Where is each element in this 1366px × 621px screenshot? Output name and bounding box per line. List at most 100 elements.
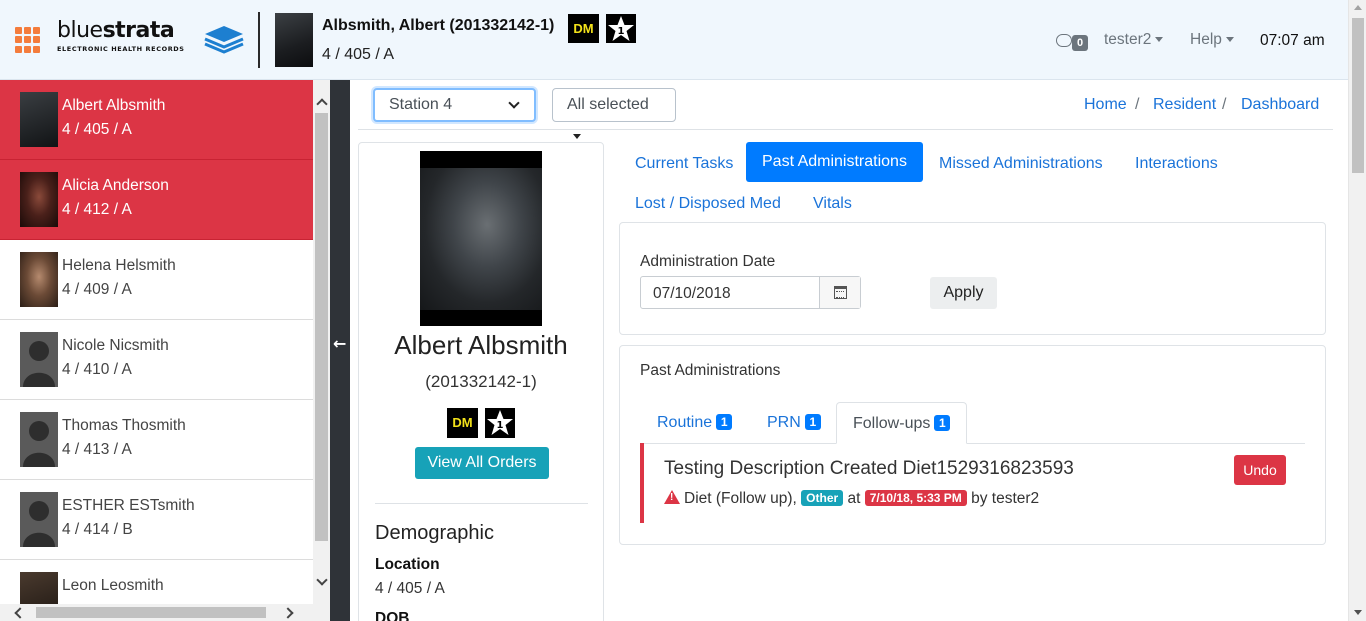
past-administrations-card: Past Administrations Routine 1 PRN 1 Follo… [619,345,1326,545]
scrollbar-thumb[interactable] [36,607,266,618]
resident-avatar [20,172,58,227]
entry-datetime-badge: 7/10/18, 5:33 PM [864,490,967,506]
app-header: bluestrata ELECTRONIC HEALTH RECORDS Alb… [0,0,1348,80]
resident-location: 4 / 414 / B [62,521,133,538]
subtab-label: Follow-ups [853,415,931,432]
view-all-orders-button[interactable]: View All Orders [415,447,549,479]
resident-list-item[interactable]: Albert Albsmith 4 / 405 / A [0,80,313,160]
subtab-routine[interactable]: Routine 1 [641,402,748,444]
chevron-up-icon[interactable] [316,98,328,110]
tab-vitals[interactable]: Vitals [813,195,852,213]
bluestrata-logo[interactable]: bluestrata ELECTRONIC HEALTH RECORDS [57,20,247,60]
resident-location: 4 / 412 / A [62,201,132,218]
resident-avatar [20,92,58,147]
star-badge-icon: 1 [485,408,515,438]
entry-at-text: at [847,490,861,507]
demographic-heading: Demographic [375,522,494,544]
breadcrumb-dashboard[interactable]: Dashboard [1241,96,1319,114]
count-badge: 1 [716,414,733,430]
apply-button[interactable]: Apply [930,277,997,309]
location-value: 4 / 405 / A [375,580,445,597]
resident-list-hscrollbar[interactable] [0,604,330,621]
resident-avatar [20,572,58,604]
administration-date-card: Administration Date 07/10/2018 Apply [619,222,1326,335]
selection-filter-dropdown[interactable]: All selected [552,88,676,140]
user-menu[interactable]: tester2 [1104,31,1164,49]
tab-missed-administrations[interactable]: Missed Administrations [939,155,1103,173]
apps-grid-icon[interactable] [15,27,41,53]
chevron-left-icon[interactable] [14,607,26,619]
tab-current-tasks[interactable]: Current Tasks [635,155,733,173]
svg-text:1: 1 [618,26,625,37]
subtab-label: PRN [767,414,801,431]
chat-icon[interactable] [1056,34,1072,47]
resident-name: Alicia Anderson [62,177,169,194]
count-badge: 1 [934,415,951,431]
entry-title: Testing Description Created Diet15293168… [664,458,1074,479]
tab-past-administrations[interactable]: Past Administrations [746,142,923,182]
resident-name: Albert Albsmith [62,97,166,114]
resident-location: 4 / 409 / A [62,281,132,298]
resident-list-item[interactable]: Nicole Nicsmith 4 / 410 / A [0,320,313,400]
silhouette-avatar-icon [20,332,58,387]
clock-time: 07:07 am [1260,32,1325,49]
location-label: Location [375,556,440,573]
resident-list: Albert Albsmith 4 / 405 / A Alicia Ander… [0,80,313,604]
chevron-right-icon[interactable] [282,607,294,619]
undo-button[interactable]: Undo [1234,455,1286,485]
resident-list-item[interactable]: ESTHER ESTsmith 4 / 414 / B [0,480,313,560]
administration-date-input[interactable]: 07/10/2018 [640,276,861,309]
profile-id: (201332142-1) [425,372,537,391]
station-select[interactable]: Station 4 [373,88,536,122]
toolbar-divider [358,129,1333,130]
scrollbar-thumb[interactable] [1352,18,1364,173]
follow-up-entry: Testing Description Created Diet15293168… [640,443,1305,523]
breadcrumb-home[interactable]: Home [1084,96,1127,114]
sidebar-collapse-toggle[interactable]: ← [330,80,350,621]
calendar-icon [834,286,847,299]
header-resident-avatar [275,13,313,67]
caret-down-icon [1225,37,1234,43]
caret-down-icon [1155,37,1164,43]
resident-avatar [20,252,58,307]
arrow-left-icon[interactable]: ← [333,334,346,353]
header-resident-location: 4 / 405 / A [322,46,395,63]
dm-badge: DM [568,14,599,43]
selection-filter-value: All selected [567,96,649,113]
resident-location: 4 / 405 / A [62,121,132,138]
entry-tag-badge: Other [801,490,844,506]
tab-interactions[interactable]: Interactions [1135,155,1218,173]
resident-list-item[interactable]: Thomas Thosmith 4 / 413 / A [0,400,313,480]
entry-details: Diet (Follow up), Other at 7/10/18, 5:33… [664,490,1039,508]
page-scrollbar[interactable] [1348,0,1366,621]
resident-name: Leon Leosmith [62,577,164,594]
resident-list-scrollbar[interactable] [313,80,330,604]
header-resident-name: Albsmith, Albert (201332142-1) [322,17,555,34]
calendar-button[interactable] [819,277,860,308]
chevron-down-icon [508,97,520,109]
date-value: 07/10/2018 [653,285,731,302]
header-divider [258,12,260,68]
resident-list-item[interactable]: Helena Helsmith 4 / 409 / A [0,240,313,320]
resident-profile-card: Albert Albsmith (201332142-1) DM 1 View … [358,142,604,621]
chevron-down-icon[interactable] [316,574,328,586]
administration-date-label: Administration Date [640,253,776,270]
profile-divider [375,503,588,504]
help-menu[interactable]: Help [1190,31,1234,49]
resident-name: Thomas Thosmith [62,417,186,434]
tab-lost-disposed-med[interactable]: Lost / Disposed Med [635,195,781,213]
scrollbar-thumb[interactable] [315,113,328,541]
breadcrumb-resident[interactable]: Resident [1153,96,1216,114]
scroll-down-icon[interactable] [1354,610,1362,615]
resident-name: Helena Helsmith [62,257,176,274]
scroll-up-icon[interactable] [1354,5,1362,10]
resident-location: 4 / 413 / A [62,441,132,458]
resident-list-item[interactable]: Leon Leosmith [0,560,313,604]
message-count-badge[interactable]: 0 [1072,35,1088,51]
subtab-prn[interactable]: PRN 1 [751,402,837,444]
resident-name: Nicole Nicsmith [62,337,169,354]
count-badge: 1 [804,414,821,430]
resident-list-item[interactable]: Alicia Anderson 4 / 412 / A [0,160,313,240]
past-administrations-title: Past Administrations [640,362,781,379]
subtab-follow-ups[interactable]: Follow-ups 1 [836,402,968,444]
